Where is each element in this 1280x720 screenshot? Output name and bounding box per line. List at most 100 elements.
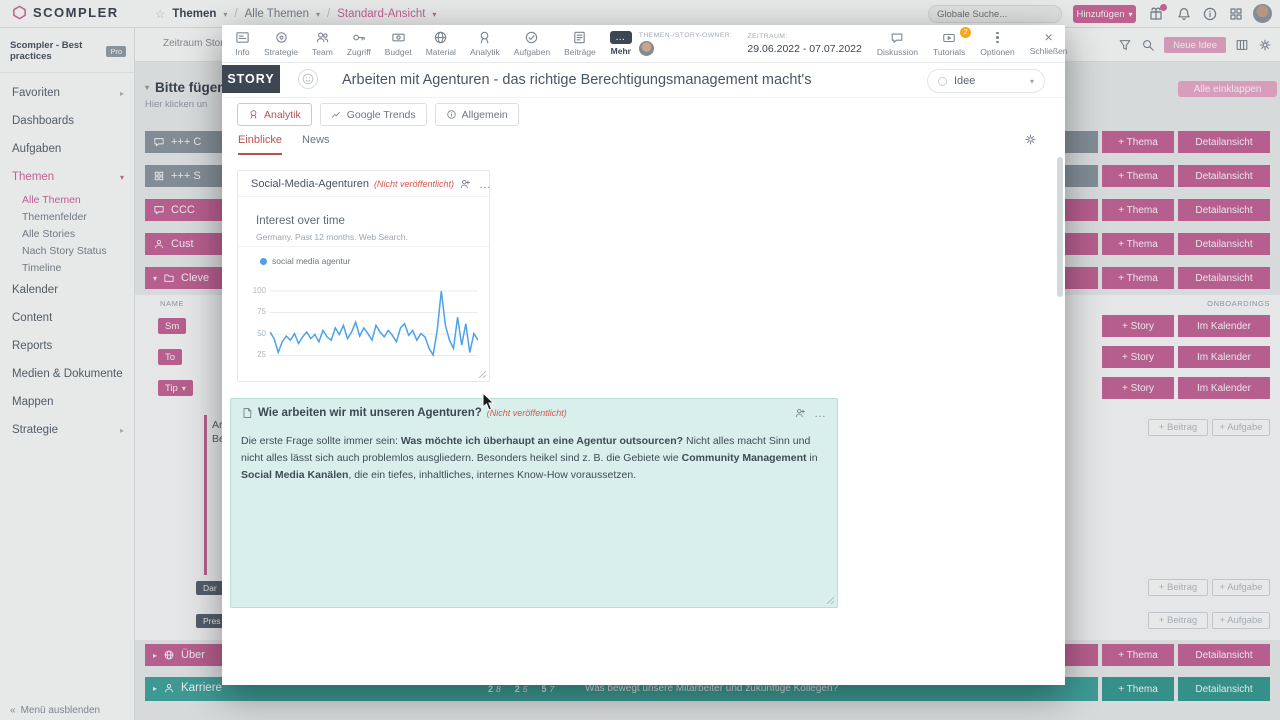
tab-label: Analytik [264,109,301,121]
story-type-label: STORY [222,65,280,93]
share-person-icon[interactable] [794,407,806,419]
toolbar-item-strategie[interactable]: Strategie [257,30,305,57]
trends-card-status: (Nicht veröffentlicht) [374,179,454,189]
modal-toolbar: Info Strategie Team Zugriff Budget Mater… [222,25,1065,63]
toolbar-item-aufgaben[interactable]: Aufgaben [507,30,557,57]
y-axis-tick: 25 [240,351,266,359]
toolbar-item-mehr[interactable]: … Mehr [603,31,639,56]
note-card-header: Wie arbeiten wir mit unseren Agenturen? … [231,399,837,427]
tutorial-video-icon [942,31,956,45]
check-circle-icon [524,30,539,45]
target-icon [274,30,289,45]
medal-icon [248,109,259,120]
y-axis-tick: 100 [240,287,266,295]
note-paragraph[interactable]: Die erste Frage sollte immer sein: Was m… [231,427,837,483]
toolbar-item-label: Mehr [611,46,631,56]
smiley-icon [301,72,315,86]
resize-handle-icon[interactable] [825,595,834,604]
toolbar-item-budget[interactable]: Budget [378,30,419,57]
discussion-button[interactable]: Diskussion [877,31,918,57]
status-dot-icon [938,77,947,86]
status-dropdown[interactable]: Idee ▾ [927,69,1045,93]
mouse-cursor [482,392,496,412]
toolbar-item-label: Team [312,47,333,57]
subtab-news[interactable]: News [302,134,330,155]
screen: SCOMPLER ☆ Themen ▾ / Alle Themen ▾ / St… [0,0,1280,720]
y-axis-tick: 50 [240,330,266,338]
toolbar-item-label: Strategie [264,47,298,57]
card-menu-icon[interactable]: … [479,179,492,189]
tutorials-label: Tutorials [933,47,965,57]
settings-gear-icon[interactable] [1024,133,1037,146]
tab-label: Allgemein [462,109,508,121]
toolbar-item-label: Material [426,47,456,57]
story-modal: Info Strategie Team Zugriff Budget Mater… [222,25,1065,685]
trends-chart-svg [270,285,478,375]
status-value: Idee [954,75,975,87]
close-icon: × [1045,31,1053,44]
toolbar-item-team[interactable]: Team [305,30,340,57]
toolbar-item-info[interactable]: Info [228,30,257,57]
close-label: Schließen [1030,46,1068,56]
options-button[interactable]: Optionen [980,31,1015,57]
note-card-title: Wie arbeiten wir mit unseren Agenturen? [258,407,482,419]
story-mood-button[interactable] [298,69,318,89]
toolbar-item-label: Zugriff [347,47,371,57]
medal-icon [477,30,492,45]
owner-avatar[interactable] [639,41,654,56]
more-icon: … [610,31,632,44]
toolbar-item-zugriff[interactable]: Zugriff [340,30,378,57]
divider [238,246,489,247]
tab-google-trends[interactable]: Google Trends [320,103,427,126]
y-axis-tick: 75 [240,308,266,316]
globe-icon [433,30,448,45]
modal-scrollbar[interactable] [1057,157,1063,297]
note-card-status: (Nicht veröffentlicht) [487,408,567,418]
info-card-icon [235,30,250,45]
trends-card-header: Social-Media-Agenturen (Nicht veröffentl… [238,171,489,197]
legend-dot [260,258,267,265]
modal-subtabs: Einblicke News [238,134,330,155]
posts-icon [572,30,587,45]
trends-line [270,291,478,355]
owner-label: THEMEN-/STORY-OWNER: [639,32,733,39]
kebab-menu-icon [996,31,999,45]
trends-legend: social media agentur [260,256,350,266]
tutorials-button[interactable]: 2 Tutorials [933,31,965,57]
toolbar-item-label: Info [235,47,249,57]
trends-card-title: Social-Media-Agenturen [251,178,369,190]
tab-label: Google Trends [347,109,416,121]
owner-block[interactable]: THEMEN-/STORY-OWNER: [639,32,733,56]
trends-widget-subtitle: Germany. Past 12 months. Web Search. [256,232,408,242]
card-menu-icon[interactable]: … [814,408,827,418]
trends-card: Social-Media-Agenturen (Nicht veröffentl… [237,170,490,382]
divider [222,97,1065,98]
options-label: Optionen [980,47,1015,57]
tab-allgemein[interactable]: Allgemein [435,103,519,126]
subtab-einblicke[interactable]: Einblicke [238,134,282,155]
chart-line-icon [331,109,342,120]
discussion-label: Diskussion [877,47,918,57]
toolbar-item-label: Aufgaben [514,47,550,57]
toolbar-item-material[interactable]: Material [419,30,463,57]
chevron-down-icon: ▾ [1030,77,1034,86]
tab-analytik[interactable]: Analytik [237,103,312,126]
period-value: 29.06.2022 - 07.07.2022 [747,43,861,55]
story-title[interactable]: Arbeiten mit Agenturen - das richtige Be… [342,72,902,88]
toolbar-item-label: Budget [385,47,412,57]
period-label: ZEITRAUM: [747,33,861,40]
tutorials-badge: 2 [960,27,971,38]
resize-handle-icon[interactable] [477,369,486,378]
period-block[interactable]: ZEITRAUM: 29.06.2022 - 07.07.2022 [747,33,861,55]
toolbar-item-analytik[interactable]: Analytik [463,30,507,57]
money-icon [391,30,406,45]
modal-header-right: THEMEN-/STORY-OWNER: ZEITRAUM: 29.06.202… [639,31,1068,57]
document-icon [241,407,253,419]
key-icon [351,30,366,45]
toolbar-item-label: Beiträge [564,47,596,57]
close-button[interactable]: × Schließen [1030,31,1068,56]
team-icon [315,30,330,45]
share-person-icon[interactable] [459,178,471,190]
modal-tabs: Analytik Google Trends Allgemein [237,103,519,126]
toolbar-item-beitraege[interactable]: Beiträge [557,30,603,57]
